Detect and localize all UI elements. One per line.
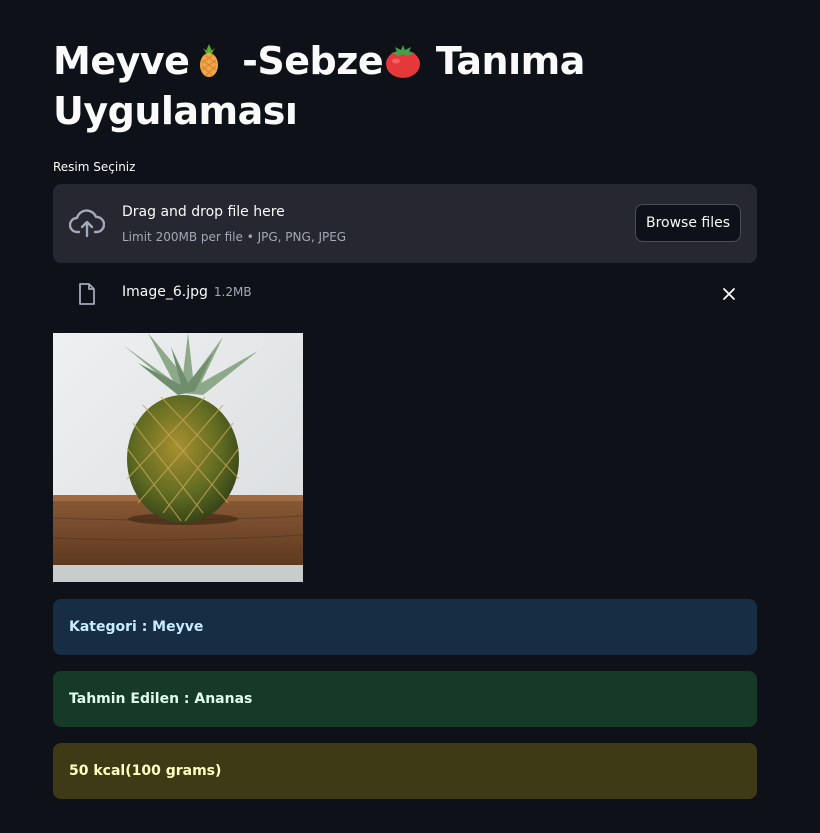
tomato-icon <box>386 45 421 78</box>
uploaded-pineapple-image <box>53 333 303 582</box>
file-dropzone[interactable]: Drag and drop file here Limit 200MB per … <box>53 184 757 263</box>
category-alert: Kategori : Meyve <box>53 599 757 655</box>
file-name: Image_6.jpg <box>122 284 208 300</box>
browse-files-button[interactable]: Browse files <box>635 204 741 242</box>
calories-alert: 50 kcal(100 grams) <box>53 743 757 799</box>
dropzone-instructions: Drag and drop file here <box>122 204 285 220</box>
uploaded-file-row: Image_6.jpg 1.2MB <box>53 274 757 314</box>
file-size: 1.2MB <box>213 285 252 299</box>
title-part-1: Meyve <box>53 39 190 83</box>
prediction-alert: Tahmin Edilen : Ananas <box>53 671 757 727</box>
pineapple-icon <box>200 44 219 77</box>
file-icon <box>79 283 95 305</box>
file-name-label: Image_6.jpg 1.2MB <box>122 284 252 300</box>
close-icon[interactable] <box>719 284 739 304</box>
title-part-2: -Sebze <box>229 39 384 83</box>
uploader-label: Resim Seçiniz <box>53 160 136 174</box>
page-title: Meyve -Sebze Tanıma Uygulaması <box>53 36 653 136</box>
cloud-upload-icon <box>69 209 105 238</box>
dropzone-limit-text: Limit 200MB per file • JPG, PNG, JPEG <box>122 230 347 244</box>
